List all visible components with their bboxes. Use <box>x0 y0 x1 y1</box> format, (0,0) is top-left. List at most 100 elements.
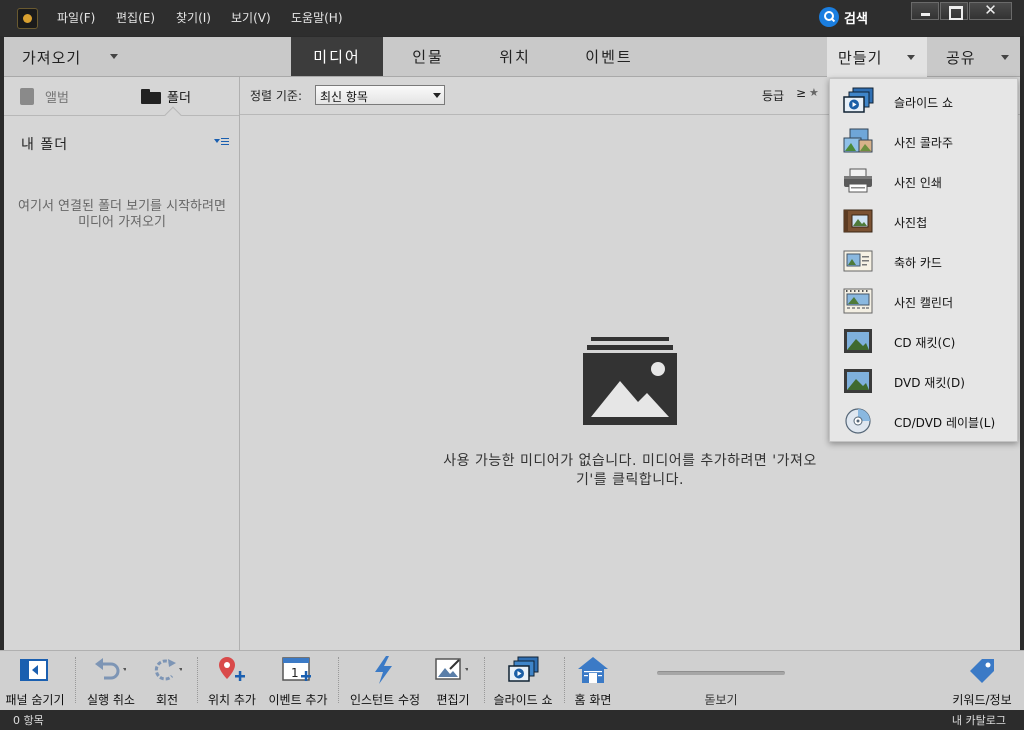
sort-value: 최신 항목 <box>320 90 368 104</box>
tab-places[interactable]: 위치 <box>474 37 556 76</box>
calendar-icon <box>843 288 873 314</box>
hide-panel-button[interactable]: 패널 숨기기 <box>0 651 70 709</box>
add-event-button[interactable]: 1 이벤트 추가 <box>264 651 332 709</box>
instant-fix-button[interactable]: 인스턴트 수정 <box>343 651 427 709</box>
menu-item-greeting-card[interactable]: 축하 카드 <box>830 241 1017 281</box>
keywords-info-label: 키워드/정보 <box>952 693 1012 707</box>
menu-edit[interactable]: 편집(E) <box>116 9 155 26</box>
minimize-button[interactable] <box>911 2 939 20</box>
rotate-icon <box>154 659 182 681</box>
status-bar: 0 항목 내 카탈로그 <box>0 710 1024 730</box>
undo-label: 실행 취소 <box>87 693 135 707</box>
menu-item-slideshow[interactable]: 슬라이드 쇼 <box>830 81 1017 121</box>
greeting-card-icon <box>843 250 873 272</box>
menu-item-label: 슬라이드 쇼 <box>894 96 954 110</box>
folders-label: 폴더 <box>167 91 191 106</box>
search-label: 검색 <box>844 11 868 27</box>
dvd-jacket-icon <box>844 369 872 393</box>
cd-jacket-icon <box>844 329 872 353</box>
share-button[interactable]: 공유 <box>928 37 1020 76</box>
active-tab-indicator <box>164 106 182 124</box>
home-button[interactable]: 홈 화면 <box>568 651 618 709</box>
editor-icon <box>435 658 468 680</box>
add-location-button[interactable]: 위치 추가 <box>202 651 262 709</box>
rating-label: 등급 <box>762 89 785 103</box>
lightning-icon <box>375 656 392 684</box>
item-count: 0 항목 <box>13 714 44 727</box>
tab-people[interactable]: 인물 <box>387 37 469 76</box>
catalog-name[interactable]: 내 카탈로그 <box>952 712 1006 728</box>
close-icon: ✕ <box>984 1 997 19</box>
menu-item-photo-calendar[interactable]: 사진 캘린더 <box>830 281 1017 321</box>
keywords-info-button[interactable]: 키워드/정보 <box>944 651 1020 709</box>
view-tab-bar: 가져오기 미디어 인물 위치 이벤트 만들기 공유 <box>4 37 1020 77</box>
search-icon <box>819 7 839 27</box>
menu-view[interactable]: 보기(V) <box>231 9 271 26</box>
tab-folders[interactable]: 폴더 <box>141 87 191 106</box>
menu-item-label: CD/DVD 레이블(L) <box>894 416 996 430</box>
app-logo-icon <box>17 8 38 29</box>
tab-albums[interactable]: 앨범 <box>20 87 69 106</box>
rotate-button[interactable]: 회전 <box>143 651 191 709</box>
home-icon <box>578 657 608 683</box>
rating-operator[interactable]: ≥ <box>796 86 806 100</box>
empty-media-icon <box>583 337 677 425</box>
toolbar-divider <box>484 657 485 703</box>
menu-item-label: 사진 캘린더 <box>894 296 954 310</box>
toolbar-divider <box>75 657 76 703</box>
create-menu: 슬라이드 쇼 사진 콜라주 사진 인쇄 사진첩 축하 카드 사진 캘린더 CD … <box>829 78 1018 442</box>
create-label: 만들기 <box>838 49 883 67</box>
share-label: 공유 <box>946 49 976 67</box>
menu-item-dvd-jacket[interactable]: DVD 재킷(D) <box>830 361 1017 401</box>
editor-label: 편집기 <box>436 693 470 707</box>
bottom-toolbar: 패널 숨기기 실행 취소 회전 위치 추가 1 이벤트 추가 인스턴트 수정 편… <box>0 650 1024 710</box>
slideshow-button[interactable]: 슬라이드 쇼 <box>488 651 558 709</box>
star-icon[interactable]: ★ <box>809 86 819 99</box>
menu-item-label: 축하 카드 <box>894 256 942 270</box>
my-folders-title: 내 폴더 <box>21 137 69 153</box>
import-button[interactable]: 가져오기 <box>4 37 134 76</box>
menu-item-label: 사진 콜라주 <box>894 136 954 150</box>
editor-button[interactable]: 편집기 <box>428 651 478 709</box>
toolbar-divider <box>564 657 565 703</box>
albums-label: 앨범 <box>45 91 69 106</box>
chevron-down-icon <box>110 54 118 59</box>
photo-book-icon <box>843 209 873 233</box>
menu-item-disc-label[interactable]: CD/DVD 레이블(L) <box>830 401 1017 441</box>
folder-options-icon[interactable] <box>214 137 232 147</box>
chevron-down-icon <box>907 55 915 60</box>
panel-toggle-icon <box>20 659 48 681</box>
sort-label: 정렬 기준: <box>250 89 303 103</box>
printer-icon <box>844 168 872 193</box>
chevron-down-icon <box>433 93 441 98</box>
search-button[interactable]: 검색 <box>819 6 868 28</box>
zoom-label: 돋보기 <box>704 693 738 707</box>
menu-item-cd-jacket[interactable]: CD 재킷(C) <box>830 321 1017 361</box>
maximize-button[interactable] <box>940 2 968 20</box>
tab-events[interactable]: 이벤트 <box>567 37 651 76</box>
create-button[interactable]: 만들기 <box>827 37 927 77</box>
album-icon <box>20 88 34 105</box>
tag-icon <box>970 659 994 683</box>
menu-item-photo-collage[interactable]: 사진 콜라주 <box>830 121 1017 161</box>
location-pin-icon <box>219 657 245 681</box>
calendar-add-icon: 1 <box>282 657 311 681</box>
menu-find[interactable]: 찾기(I) <box>176 9 211 26</box>
add-location-label: 위치 추가 <box>208 693 256 707</box>
menu-item-photo-print[interactable]: 사진 인쇄 <box>830 161 1017 201</box>
undo-button[interactable]: 실행 취소 <box>80 651 142 709</box>
menu-file[interactable]: 파일(F) <box>57 9 95 26</box>
close-button[interactable]: ✕ <box>969 1 1012 20</box>
menu-item-label: CD 재킷(C) <box>894 336 956 350</box>
sort-dropdown[interactable]: 최신 항목 <box>315 85 445 105</box>
zoom-slider[interactable] <box>657 671 785 675</box>
rotate-label: 회전 <box>155 693 179 707</box>
tab-media[interactable]: 미디어 <box>291 37 383 76</box>
empty-media-message: 사용 가능한 미디어가 없습니다. 미디어를 추가하려면 '가져오기'를 클릭합… <box>443 453 817 488</box>
menu-help[interactable]: 도움말(H) <box>291 9 343 26</box>
folder-icon <box>141 89 161 104</box>
event-day-number: 1 <box>291 666 299 680</box>
slideshow-label: 슬라이드 쇼 <box>493 693 553 707</box>
left-panel-tabs: 앨범 폴더 <box>4 77 239 124</box>
menu-item-photo-book[interactable]: 사진첩 <box>830 201 1017 241</box>
